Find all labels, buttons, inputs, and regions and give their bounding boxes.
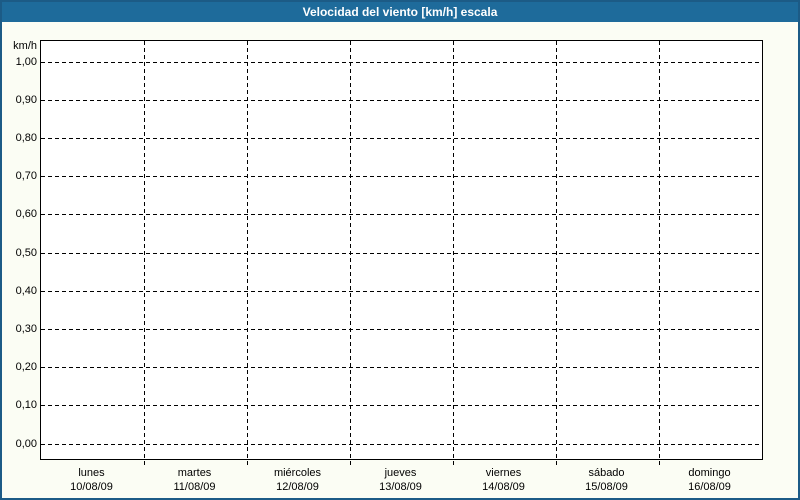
- h-gridline: [41, 176, 762, 177]
- x-date-label: 10/08/09: [70, 481, 113, 493]
- x-axis-labels: lunes 10/08/09 martes 11/08/09 miércoles 12/0…: [40, 466, 763, 496]
- h-gridline: [41, 253, 762, 254]
- v-gridline: [556, 41, 557, 465]
- h-gridline: [41, 405, 762, 406]
- x-tick-label: viernes 14/08/09: [452, 466, 555, 494]
- v-gridline: [350, 41, 351, 465]
- x-day-label: miércoles: [273, 467, 322, 479]
- y-tick-label: 0,50: [15, 247, 37, 259]
- y-tick-label: 0,60: [15, 208, 37, 220]
- y-tick-label: 0,00: [15, 438, 37, 450]
- x-date-label: 12/08/09: [276, 481, 319, 493]
- x-date-label: 16/08/09: [688, 481, 731, 493]
- x-day-label: viernes: [485, 467, 522, 479]
- y-tick-label: 0,70: [15, 170, 37, 182]
- v-gridline: [659, 41, 660, 465]
- chart-window: Velocidad del viento [km/h] escala km/h …: [0, 0, 800, 500]
- y-axis-unit-label: km/h: [13, 40, 37, 52]
- h-gridline: [41, 62, 762, 63]
- x-day-label: jueves: [384, 467, 417, 479]
- x-tick-label: lunes 10/08/09: [40, 466, 143, 494]
- plot-area: [40, 40, 763, 465]
- y-tick-label: 0,90: [15, 94, 37, 106]
- h-gridline: [41, 329, 762, 330]
- x-tick-label: martes 11/08/09: [143, 466, 246, 494]
- h-gridline: [41, 100, 762, 101]
- v-gridline: [453, 41, 454, 465]
- h-gridline: [41, 138, 762, 139]
- y-tick-label: 0,20: [15, 361, 37, 373]
- v-gridline: [247, 41, 248, 465]
- y-tick-label: 0,10: [15, 399, 37, 411]
- v-gridline: [144, 41, 145, 465]
- h-gridline: [41, 214, 762, 215]
- h-gridline: [41, 444, 762, 445]
- x-day-label: martes: [177, 467, 212, 479]
- y-tick-label: 1,00: [15, 56, 37, 68]
- x-day-label: lunes: [78, 467, 105, 479]
- h-gridline: [41, 291, 762, 292]
- x-day-label: sábado: [588, 467, 625, 479]
- chart-title-bar: Velocidad del viento [km/h] escala: [2, 2, 798, 22]
- y-tick-label: 0,30: [15, 323, 37, 335]
- y-tick-label: 0,80: [15, 132, 37, 144]
- chart-title: Velocidad del viento [km/h] escala: [302, 5, 498, 19]
- x-date-label: 15/08/09: [585, 481, 628, 493]
- x-tick-label: miércoles 12/08/09: [246, 466, 349, 494]
- h-gridline: [41, 367, 762, 368]
- x-tick-label: domingo 16/08/09: [658, 466, 761, 494]
- x-date-label: 13/08/09: [379, 481, 422, 493]
- x-date-label: 11/08/09: [173, 481, 216, 493]
- x-day-label: domingo: [688, 467, 731, 479]
- x-date-label: 14/08/09: [482, 481, 525, 493]
- x-tick-label: jueves 13/08/09: [349, 466, 452, 494]
- y-tick-label: 0,40: [15, 285, 37, 297]
- x-tick-label: sábado 15/08/09: [555, 466, 658, 494]
